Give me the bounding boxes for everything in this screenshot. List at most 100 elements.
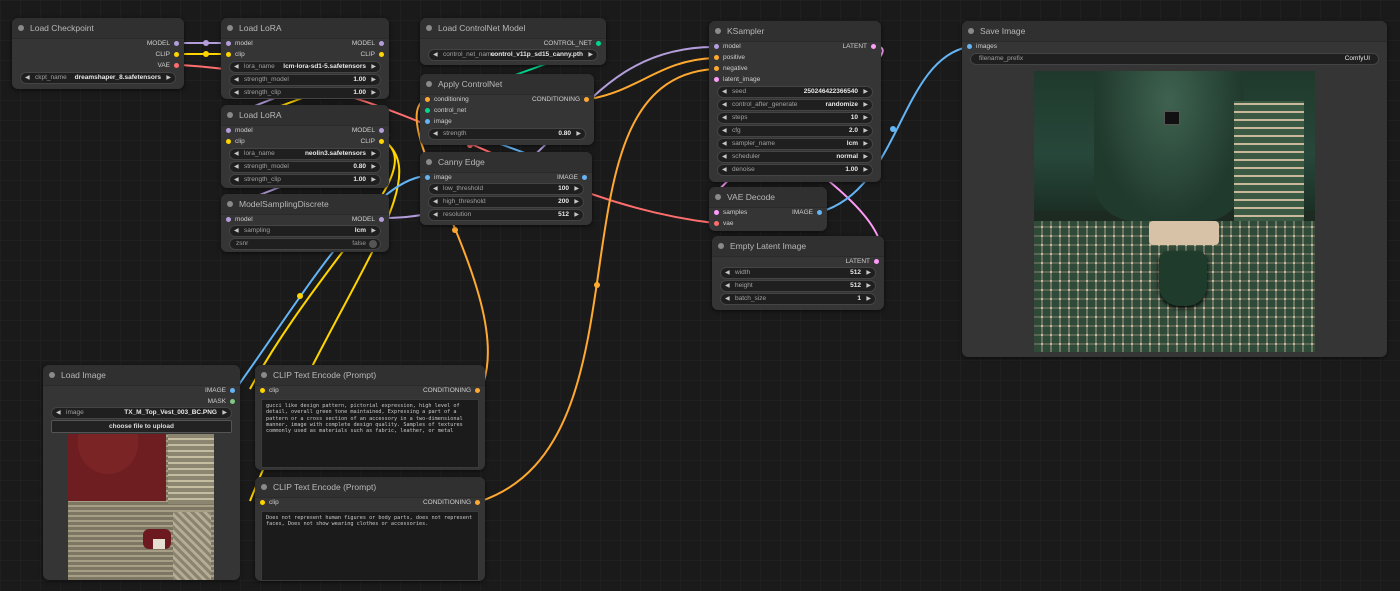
input-positive[interactable]: positive [714, 52, 745, 63]
collapse-dot-icon[interactable] [426, 25, 432, 31]
node-title[interactable]: CLIP Text Encode (Prompt) [255, 365, 485, 386]
output-model[interactable]: MODEL [352, 38, 384, 49]
collapse-dot-icon[interactable] [426, 159, 432, 165]
output-latent[interactable]: LATENT [843, 41, 876, 52]
input-conditioning[interactable]: conditioning [425, 94, 469, 105]
output-conditioning[interactable]: CONDITIONING [532, 94, 589, 105]
output-conditioning[interactable]: CONDITIONING [423, 385, 480, 396]
batch-size-number[interactable]: ◀ batch_size 1 ▶ [720, 293, 876, 305]
collapse-dot-icon[interactable] [715, 194, 721, 200]
ckpt-name-combo[interactable]: ◀ ckpt_name dreamshaper_8.safetensors ▶ [20, 72, 176, 84]
node-load-lora-1[interactable]: Load LoRA model clip MODEL CLIP ◀ lora_na… [221, 18, 389, 99]
scheduler-combo[interactable]: ◀ scheduler normal ▶ [717, 151, 873, 163]
input-vae[interactable]: vae [714, 218, 733, 229]
resolution-number[interactable]: ◀ resolution 512 ▶ [428, 209, 584, 221]
seed-number[interactable]: ◀ seed 250246422366540 ▶ [717, 86, 873, 98]
node-title[interactable]: KSampler [709, 21, 881, 42]
height-number[interactable]: ◀ height 512 ▶ [720, 280, 876, 292]
node-load-checkpoint[interactable]: Load Checkpoint MODEL CLIP VAE ◀ ckpt_nam… [12, 18, 184, 89]
collapse-dot-icon[interactable] [426, 81, 432, 87]
image-combo[interactable]: ◀ image TX_M_Top_Vest_003_BC.PNG ▶ [51, 407, 232, 419]
control-after-generate-combo[interactable]: ◀ control_after_generate randomize ▶ [717, 99, 873, 111]
strength-number[interactable]: ◀ strength 0.80 ▶ [428, 128, 586, 140]
zsnr-toggle[interactable]: zsnr false [229, 238, 381, 250]
output-latent[interactable]: LATENT [846, 256, 879, 267]
input-latent-image[interactable]: latent_image [714, 74, 760, 85]
input-clip[interactable]: clip [260, 497, 279, 508]
node-title[interactable]: Apply ControlNet [420, 74, 594, 95]
collapse-dot-icon[interactable] [718, 243, 724, 249]
node-title[interactable]: Empty Latent Image [712, 236, 884, 257]
node-title[interactable]: VAE Decode [709, 187, 827, 208]
output-vae[interactable]: VAE [157, 60, 179, 71]
input-model[interactable]: model [226, 38, 253, 49]
node-load-lora-2[interactable]: Load LoRA model clip MODEL CLIP ◀ lora_na… [221, 105, 389, 188]
node-load-controlnet[interactable]: Load ControlNet Model CONTROL_NET ◀ contr… [420, 18, 606, 65]
input-image[interactable]: image [425, 172, 452, 183]
node-title[interactable]: ModelSamplingDiscrete [221, 194, 389, 215]
output-image[interactable]: IMAGE [557, 172, 587, 183]
node-title[interactable]: Load Checkpoint [12, 18, 184, 39]
output-model[interactable]: MODEL [352, 125, 384, 136]
input-clip[interactable]: clip [226, 136, 245, 147]
node-title[interactable]: CLIP Text Encode (Prompt) [255, 477, 485, 498]
sampling-combo[interactable]: ◀ sampling lcm ▶ [229, 225, 381, 237]
output-conditioning[interactable]: CONDITIONING [423, 497, 480, 508]
node-title[interactable]: Load LoRA [221, 18, 389, 39]
lora-name-combo[interactable]: ◀ lora_name neolin3.safetensors ▶ [229, 148, 381, 160]
output-model[interactable]: MODEL [352, 214, 384, 225]
input-image[interactable]: image [425, 116, 452, 127]
prompt-textarea[interactable]: gucci like design pattern, pictorial exp… [261, 399, 479, 468]
node-model-sampling-discrete[interactable]: ModelSamplingDiscrete model MODEL ◀ sampl… [221, 194, 389, 252]
node-ksampler[interactable]: KSampler model positive negative latent_… [709, 21, 881, 182]
node-title[interactable]: Canny Edge [420, 152, 592, 173]
collapse-dot-icon[interactable] [715, 28, 721, 34]
node-vae-decode[interactable]: VAE Decode samples vae IMAGE [709, 187, 827, 231]
node-clip-text-encode-positive[interactable]: CLIP Text Encode (Prompt) clip CONDITION… [255, 365, 485, 470]
input-samples[interactable]: samples [714, 207, 747, 218]
node-title[interactable]: Save Image [962, 21, 1387, 42]
input-clip[interactable]: clip [226, 49, 245, 60]
collapse-dot-icon[interactable] [261, 372, 267, 378]
strength-model-number[interactable]: ◀ strength_model 0.80 ▶ [229, 161, 381, 173]
node-title[interactable]: Load LoRA [221, 105, 389, 126]
controlnet-name-combo[interactable]: ◀ control_net_name control_v11p_sd15_canny… [428, 49, 598, 61]
output-control-net[interactable]: CONTROL_NET [544, 38, 601, 49]
output-clip[interactable]: CLIP [361, 49, 384, 60]
node-canny-edge[interactable]: Canny Edge image IMAGE ◀ low_threshold 100… [420, 152, 592, 225]
node-apply-controlnet[interactable]: Apply ControlNet conditioning control_ne… [420, 74, 594, 145]
denoise-number[interactable]: ◀ denoise 1.00 ▶ [717, 164, 873, 176]
node-empty-latent-image[interactable]: Empty Latent Image LATENT ◀ width 512 ▶ ◀ he… [712, 236, 884, 310]
node-title[interactable]: Load Image [43, 365, 240, 386]
prompt-textarea[interactable]: Does not represent human figures or body… [261, 511, 479, 581]
input-negative[interactable]: negative [714, 63, 748, 74]
steps-number[interactable]: ◀ steps 10 ▶ [717, 112, 873, 124]
collapse-dot-icon[interactable] [49, 372, 55, 378]
collapse-dot-icon[interactable] [227, 112, 233, 118]
cfg-number[interactable]: ◀ cfg 2.0 ▶ [717, 125, 873, 137]
collapse-dot-icon[interactable] [227, 201, 233, 207]
collapse-dot-icon[interactable] [18, 25, 24, 31]
input-model[interactable]: model [714, 41, 741, 52]
strength-model-number[interactable]: ◀ strength_model 1.00 ▶ [229, 74, 381, 86]
input-control-net[interactable]: control_net [425, 105, 466, 116]
filename-prefix-text[interactable]: filename_prefix ComfyUI [970, 53, 1379, 65]
sampler-name-combo[interactable]: ◀ sampler_name lcm ▶ [717, 138, 873, 150]
node-load-image[interactable]: Load Image IMAGE MASK ◀ image TX_M_Top_Ves… [43, 365, 240, 580]
output-image[interactable]: IMAGE [205, 385, 235, 396]
input-model[interactable]: model [226, 125, 253, 136]
output-clip[interactable]: CLIP [156, 49, 179, 60]
strength-clip-number[interactable]: ◀ strength_clip 1.00 ▶ [229, 174, 381, 186]
choose-file-button[interactable]: choose file to upload [51, 420, 232, 433]
output-clip[interactable]: CLIP [361, 136, 384, 147]
node-title[interactable]: Load ControlNet Model [420, 18, 606, 39]
collapse-dot-icon[interactable] [261, 484, 267, 490]
collapse-dot-icon[interactable] [968, 28, 974, 34]
input-clip[interactable]: clip [260, 385, 279, 396]
output-mask[interactable]: MASK [208, 396, 235, 407]
low-threshold-number[interactable]: ◀ low_threshold 100 ▶ [428, 183, 584, 195]
lora-name-combo[interactable]: ◀ lora_name lcm-lora-sd1-5.safetensors ▶ [229, 61, 381, 73]
input-images[interactable]: images [967, 41, 997, 52]
node-save-image[interactable]: Save Image images filename_prefix ComfyUI [962, 21, 1387, 357]
output-model[interactable]: MODEL [147, 38, 179, 49]
